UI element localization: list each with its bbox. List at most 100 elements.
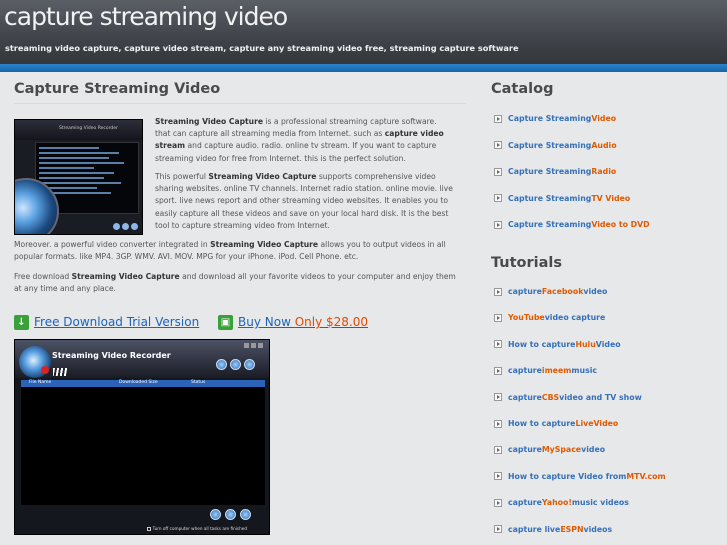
link-text[interactable]: capture [508,445,542,454]
buy-now-label[interactable]: Buy Now Only $28.00 [238,315,368,329]
link-text[interactable]: video capture [545,313,606,322]
link-text[interactable]: Capture Streaming [508,220,591,229]
col-status: Status [191,380,206,385]
title-divider [14,103,466,104]
product-box-image[interactable]: Streaming Video Recorder [14,119,143,235]
buy-now-text: Buy Now [238,315,295,329]
free-download-link[interactable]: ↓ Free Download Trial Version [14,314,199,330]
tutorial-item[interactable]: capture MySpace video [494,445,605,454]
minimize-icon [244,343,249,348]
free-download-label[interactable]: Free Download Trial Version [34,315,199,329]
toolbar-icon [216,359,227,370]
thumb-line [39,147,99,149]
tutorials-heading: Tutorials [491,255,563,271]
thumb-line [39,167,94,169]
bullet-arrow-icon [494,340,502,349]
record-icon [41,366,49,374]
buy-now-link[interactable]: ▣ Buy Now Only $28.00 [218,314,368,330]
link-text[interactable]: video and TV show [559,393,642,402]
link-text[interactable]: Capture Streaming [508,194,591,203]
link-text[interactable]: music videos [572,498,629,507]
paragraph-text: Moreover. a powerful video converter int… [14,240,211,249]
tutorial-item[interactable]: capture imeem music [494,366,597,375]
close-icon [258,343,263,348]
link-text[interactable]: Video to DVD [591,220,649,229]
link-text[interactable]: capture live [508,525,560,534]
control-icon [113,223,120,230]
bullet-arrow-icon [494,525,502,534]
checkbox-label: Turn off computer when all tasks are fin… [152,526,247,531]
link-text[interactable]: Facebook [542,287,584,296]
link-text[interactable]: capture [508,287,542,296]
tutorial-item[interactable]: How to capture LiveVideo [494,419,618,428]
link-text[interactable]: imeem [542,366,572,375]
tutorial-item[interactable]: capture CBS video and TV show [494,393,642,402]
app-title: Streaming Video Recorder [52,351,171,360]
link-text[interactable]: How to capture [508,340,575,349]
bullet-arrow-icon [494,393,502,402]
tutorial-item[interactable]: YouTube video capture [494,313,605,322]
catalog-item[interactable]: Capture Streaming Video to DVD [494,220,650,229]
stripes-icon [53,368,67,376]
col-downloaded-size: Downloaded Size [119,380,158,385]
catalog-item[interactable]: Capture Streaming Radio [494,167,616,176]
link-text[interactable]: capture [508,366,542,375]
bullet-arrow-icon [494,141,502,149]
link-text[interactable]: ESPN [560,525,583,534]
link-text[interactable]: TV Video [591,194,630,203]
link-text[interactable]: Capture Streaming [508,141,591,150]
app-controls [210,509,251,520]
link-text[interactable]: videos [584,525,613,534]
link-text[interactable]: MTV.com [626,472,665,481]
thumb-line [39,172,114,174]
link-text[interactable]: LiveVideo [575,419,618,428]
catalog-item[interactable]: Capture Streaming TV Video [494,194,630,203]
toolbar-icon [244,359,255,370]
bullet-arrow-icon [494,220,502,229]
shutdown-checkbox: Turn off computer when all tasks are fin… [146,526,247,531]
link-text[interactable]: How to capture Video from [508,472,626,481]
control-icon [131,223,138,230]
tutorial-item[interactable]: capture Yahoo! music videos [494,498,629,507]
link-text[interactable]: YouTube [508,313,545,322]
buy-price: Only $28.00 [294,315,368,329]
link-text[interactable]: Radio [591,167,616,176]
link-text[interactable]: Video [591,114,616,123]
bullet-arrow-icon [494,498,502,507]
download-paragraph: Free download Streaming Video Capture an… [14,271,464,295]
catalog-item[interactable]: Capture Streaming Video [494,114,616,123]
link-text[interactable]: CBS [542,393,559,402]
link-text[interactable]: video [583,287,607,296]
catalog-item[interactable]: Capture Streaming Audio [494,141,617,150]
product-screenshot[interactable]: Streaming Video Recorder File Name Downl… [14,339,270,535]
tutorial-item[interactable]: capture live ESPN videos [494,525,612,534]
bullet-arrow-icon [494,313,502,322]
link-text[interactable]: Yahoo! [542,498,572,507]
tutorial-item[interactable]: How to capture Video from MTV.com [494,472,666,481]
link-text[interactable]: Audio [591,141,616,150]
site-title[interactable]: capture streaming video [4,2,288,31]
tutorial-item[interactable]: capture Facebook video [494,287,607,296]
paragraph-text: This powerful [155,172,209,181]
header-divider [0,64,727,72]
link-text[interactable]: Capture Streaming [508,114,591,123]
bold-text: Streaming Video Capture [210,240,319,249]
cart-icon: ▣ [218,314,233,330]
bullet-arrow-icon [494,472,502,481]
link-text[interactable]: capture [508,498,542,507]
link-text[interactable]: video [581,445,605,454]
bold-text: Streaming Video Capture [208,172,317,181]
tutorial-item[interactable]: How to capture Hulu Video [494,340,621,349]
control-icon [225,509,236,520]
link-text[interactable]: Capture Streaming [508,167,591,176]
bullet-arrow-icon [494,445,502,454]
link-text[interactable]: Video [596,340,621,349]
link-text[interactable]: Hulu [575,340,595,349]
link-text[interactable]: MySpace [542,445,581,454]
site-header: capture streaming video streaming video … [0,0,727,64]
thumb-line [39,177,104,179]
bullet-arrow-icon [494,366,502,375]
link-text[interactable]: capture [508,393,542,402]
link-text[interactable]: music [571,366,597,375]
link-text[interactable]: How to capture [508,419,575,428]
